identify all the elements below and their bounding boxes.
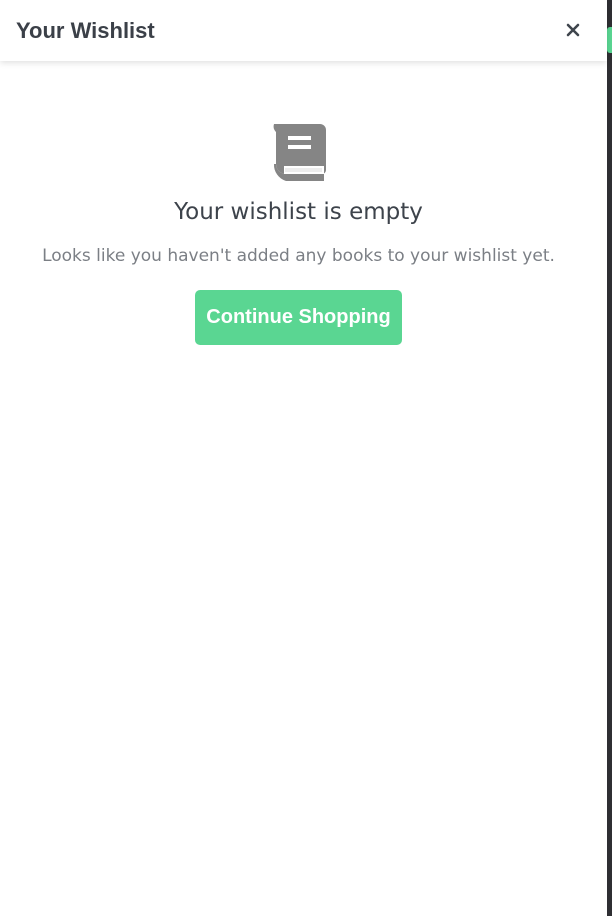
continue-shopping-button[interactable]: Continue Shopping (195, 290, 402, 345)
close-icon (566, 23, 580, 37)
empty-state-title: Your wishlist is empty (174, 199, 423, 225)
close-button[interactable] (557, 14, 589, 46)
window-edge (607, 0, 612, 916)
panel-title: Your Wishlist (16, 18, 155, 43)
wishlist-panel: Your Wishlist Your wishlist is empty Loo… (0, 0, 607, 916)
scrollbar-thumb[interactable] (607, 27, 612, 53)
wishlist-content: Your wishlist is empty Looks like you ha… (0, 61, 607, 916)
book-icon (273, 124, 326, 181)
empty-state-message: Looks like you haven't added any books t… (42, 246, 555, 266)
panel-header: Your Wishlist (0, 0, 607, 61)
